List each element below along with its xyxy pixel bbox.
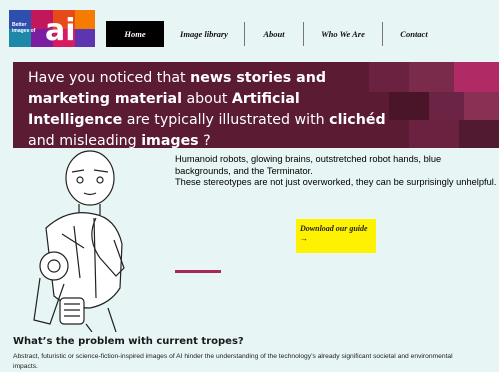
thinking-robot-illustration <box>33 150 125 332</box>
hero-headline: Have you noticed that news stories and m… <box>28 70 386 148</box>
nav-image-library[interactable]: Image library <box>164 21 244 47</box>
intro-paragraph: Humanoid robots, glowing brains, outstre… <box>175 154 442 176</box>
intro-text: Humanoid robots, glowing brains, outstre… <box>175 154 497 189</box>
nav-home[interactable]: Home <box>106 21 164 47</box>
intro-paragraph: These stereotypes are not just overworke… <box>175 177 497 188</box>
nav-who-we-are[interactable]: Who We Are <box>304 21 382 47</box>
problem-heading: What’s the problem with current tropes? <box>13 336 244 347</box>
svg-text:images of: images of <box>12 28 36 34</box>
hero-banner: Have you noticed that news stories and m… <box>13 62 499 148</box>
section-divider <box>175 270 221 273</box>
problem-text: Abstract, futuristic or science-fiction-… <box>13 353 453 370</box>
better-images-of-ai-logo[interactable]: ai Better images of <box>9 10 95 47</box>
main-nav: Home Image library About Who We Are Cont… <box>106 21 445 47</box>
top-bar: ai Better images of Home Image library A… <box>0 0 499 62</box>
nav-about[interactable]: About <box>245 21 303 47</box>
logo-mark: ai <box>45 13 76 47</box>
download-guide-button[interactable]: Download our guide → <box>296 219 376 253</box>
nav-contact[interactable]: Contact <box>383 21 445 47</box>
